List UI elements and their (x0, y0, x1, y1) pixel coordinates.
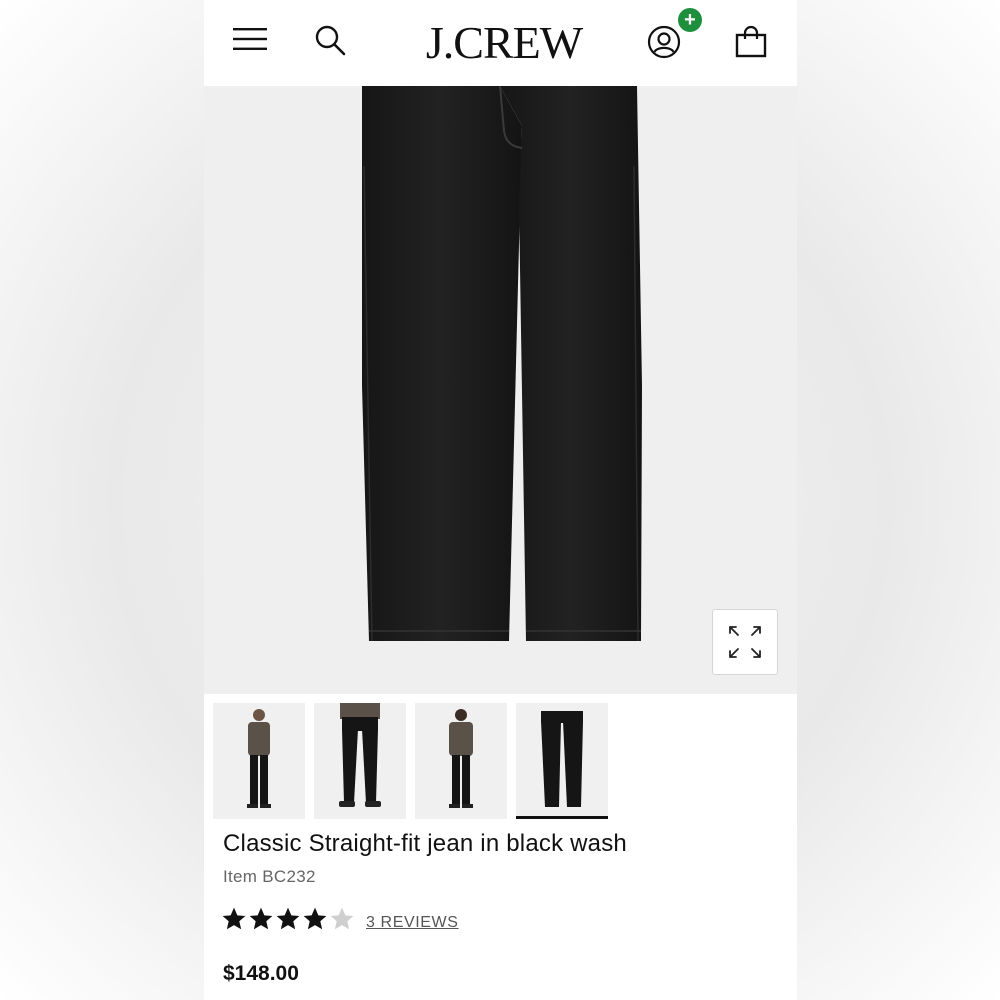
jcrew-logo[interactable]: J.CREW (414, 14, 594, 70)
thumbnail-3[interactable] (415, 703, 507, 819)
expand-icon (729, 626, 761, 658)
menu-button[interactable] (230, 22, 270, 56)
product-price: $148.00 (223, 962, 299, 985)
search-icon (315, 25, 346, 56)
expand-image-button[interactable] (712, 609, 778, 675)
thumbnail-1[interactable] (213, 703, 305, 819)
thumbnail-strip (213, 703, 608, 819)
model-waist-down-image (339, 703, 381, 807)
star-filled-icon (222, 907, 246, 930)
reviews-link[interactable]: 3 REVIEWS (366, 914, 459, 932)
model-back-image (449, 709, 473, 808)
account-button[interactable] (644, 22, 684, 62)
model-front-image (247, 709, 271, 808)
product-image[interactable] (204, 85, 797, 694)
account-plus-badge[interactable]: + (678, 8, 702, 32)
search-button[interactable] (310, 20, 350, 60)
shopping-bag-icon (735, 25, 767, 58)
hamburger-menu-icon (233, 28, 267, 50)
black-jeans-image (362, 85, 642, 642)
item-number: Item BC232 (223, 867, 316, 886)
star-filled-icon (249, 907, 273, 930)
star-filled-icon (276, 907, 300, 930)
product-title: Classic Straight-fit jean in black wash (223, 830, 627, 857)
product-page: J.CREW + Classic Straight-fit jean in bl… (204, 0, 797, 1000)
account-icon (647, 25, 681, 59)
site-header: J.CREW + (204, 0, 797, 86)
bag-button[interactable] (730, 22, 772, 62)
star-filled-icon (303, 907, 327, 930)
thumbnail-4-selected[interactable] (516, 703, 608, 819)
jeans-flat-image (541, 711, 583, 807)
star-rating (221, 906, 355, 932)
star-empty-icon (330, 907, 354, 930)
thumbnail-2[interactable] (314, 703, 406, 819)
